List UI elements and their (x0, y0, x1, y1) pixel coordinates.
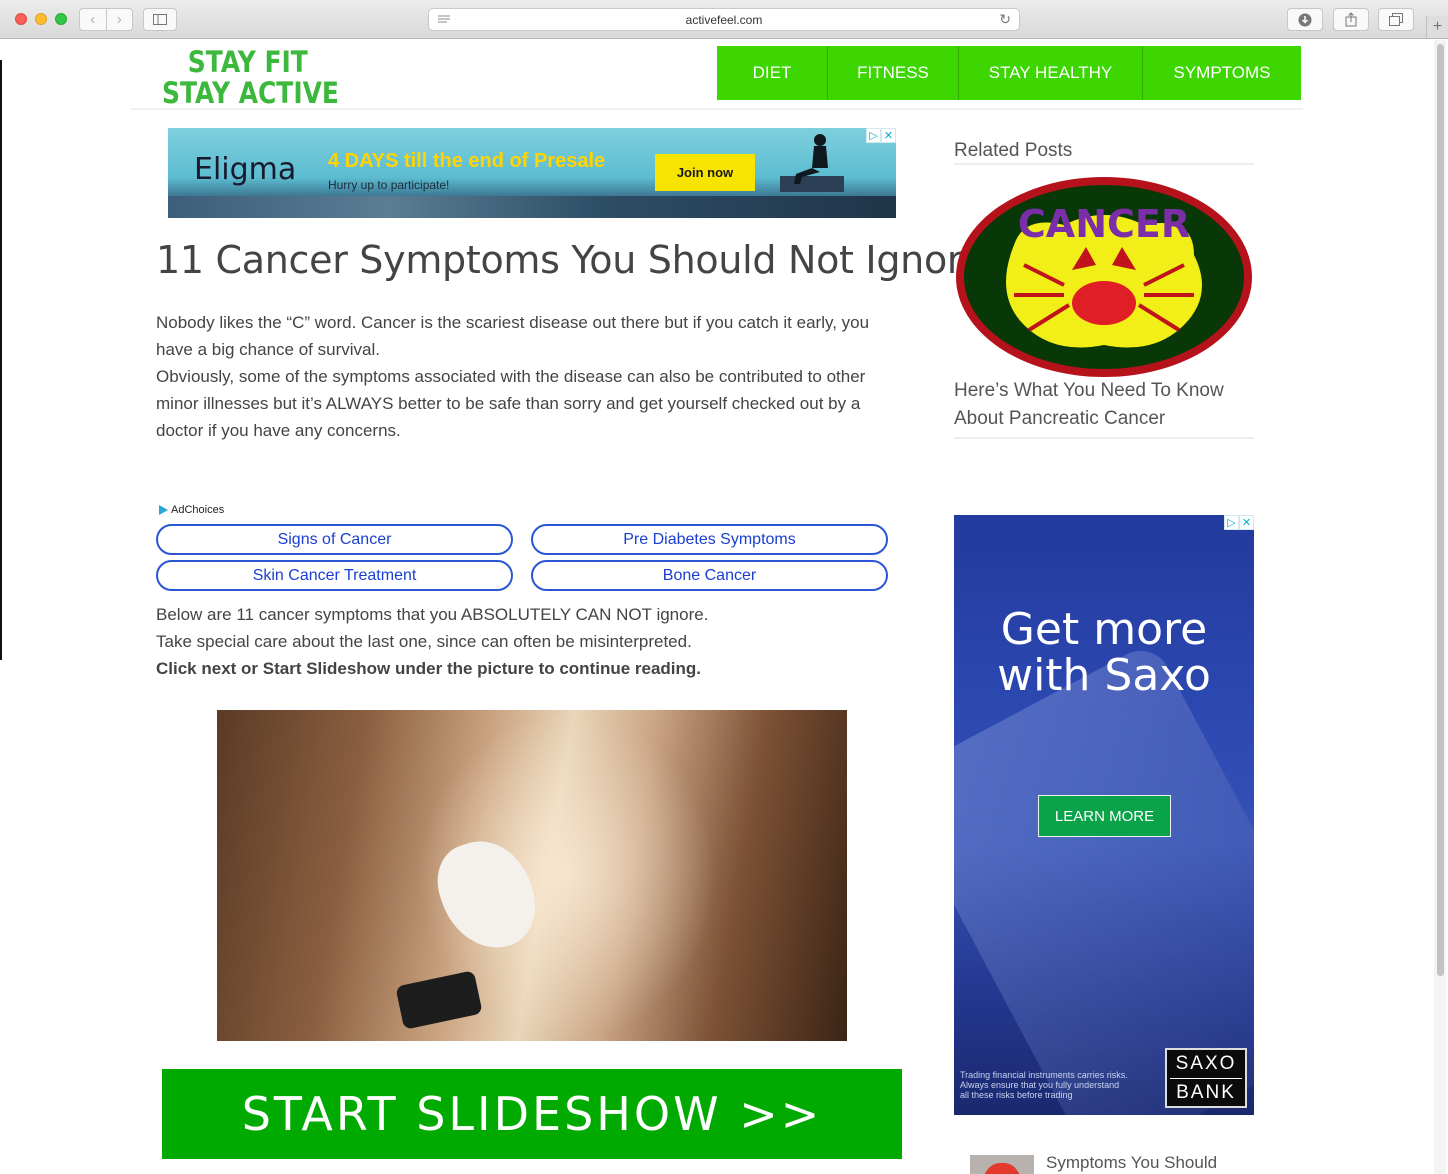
ad-close-icon[interactable]: ✕ (1239, 515, 1254, 530)
sidebar-post[interactable]: Symptoms You Should Not Ignore (954, 1145, 1254, 1174)
browser-toolbar: ‹ › activefeel.com ↻ + (0, 0, 1448, 39)
adchoices-icon (159, 505, 168, 515)
ad-close-icon[interactable]: ✕ (881, 128, 896, 143)
related-post-link[interactable]: Here’s What You Need To Know About Pancr… (954, 377, 1254, 439)
sidebar-toggle-icon[interactable] (143, 8, 177, 31)
related-posts-heading: Related Posts (954, 140, 1254, 165)
intro-paragraph-2: Obviously, some of the symptoms associat… (156, 367, 866, 440)
thumbnail-figure (982, 1163, 1022, 1174)
page-scrollbar[interactable] (1434, 40, 1446, 1174)
reload-icon[interactable]: ↻ (999, 11, 1011, 28)
logo-line-1: STAY FIT (187, 45, 308, 79)
article-feature-image (217, 710, 847, 1041)
body-line-2: Take special care about the last one, si… (156, 632, 692, 651)
address-bar[interactable]: activefeel.com ↻ (428, 8, 1020, 31)
ad-link-pre-diabetes-symptoms[interactable]: Pre Diabetes Symptoms (531, 524, 888, 555)
ad-info-icon[interactable]: ▷ (1224, 515, 1239, 530)
page-viewport: STAY FIT STAY ACTIVE DIET FITNESS STAY H… (0, 40, 1432, 1174)
cancer-crab-logo[interactable]: CANCER (954, 175, 1254, 380)
history-nav: ‹ › (79, 8, 133, 31)
ad-info-icon[interactable]: ▷ (866, 128, 881, 143)
body-line-1: Below are 11 cancer symptoms that you AB… (156, 605, 709, 624)
forward-arrow-icon[interactable]: › (105, 9, 133, 30)
logo-line-2: STAY ACTIVE (162, 76, 339, 110)
saxo-headline-1: Get more (1000, 604, 1208, 655)
back-arrow-icon[interactable]: ‹ (80, 9, 106, 30)
edge-strip (0, 60, 2, 660)
downloads-icon[interactable] (1287, 8, 1323, 31)
new-tab-icon[interactable]: + (1426, 16, 1448, 38)
saxo-headline-2: with Saxo (997, 650, 1211, 701)
start-slideshow-button[interactable]: START SLIDESHOW >> (162, 1069, 902, 1159)
banner-subline: Hurry up to participate! (328, 178, 450, 192)
banner-headline: 4 DAYS till the end of Presale (328, 150, 606, 172)
saxo-logo-divider (1170, 1077, 1242, 1079)
zoom-window-button[interactable] (55, 13, 67, 25)
adchoices-text: AdChoices (171, 504, 225, 516)
banner-ad[interactable]: Eligma 4 DAYS till the end of Presale Hu… (168, 128, 896, 218)
article-body: Below are 11 cancer symptoms that you AB… (156, 601, 891, 682)
close-window-button[interactable] (15, 13, 27, 25)
nav-item-symptoms[interactable]: SYMPTOMS (1143, 46, 1301, 100)
cancer-logo-text: CANCER (1018, 202, 1190, 246)
banner-brand: Eligma (194, 152, 297, 187)
saxo-fine-print: Trading financial instruments carries ri… (960, 1070, 1128, 1100)
saxo-logo-bottom: BANK (1176, 1081, 1236, 1103)
nav-item-stay-healthy[interactable]: STAY HEALTHY (959, 46, 1143, 100)
article-intro: Nobody likes the “C” word. Cancer is the… (156, 309, 891, 444)
banner-join-button[interactable]: Join now (655, 154, 755, 191)
saxo-learn-more-button[interactable]: LEARN MORE (1038, 795, 1171, 837)
adchoices-label[interactable]: AdChoices (159, 504, 224, 516)
body-line-3: Click next or Start Slideshow under the … (156, 659, 702, 678)
nav-item-diet[interactable]: DIET (717, 46, 828, 100)
tabs-overview-icon[interactable] (1378, 8, 1414, 31)
site-logo[interactable]: STAY FIT STAY ACTIVE (162, 47, 339, 109)
minimize-window-button[interactable] (35, 13, 47, 25)
saxo-ad[interactable]: ▷ ✕ Get more with Saxo LEARN MORE Tradin… (954, 515, 1254, 1115)
scrollbar-thumb[interactable] (1437, 44, 1444, 976)
saxo-headline: Get more with Saxo (954, 607, 1254, 699)
article-title: 11 Cancer Symptoms You Should Not Ignore (156, 238, 985, 282)
saxo-logo-top: SAXO (1175, 1052, 1237, 1074)
sidebar-post-thumbnail[interactable] (970, 1155, 1034, 1174)
share-icon[interactable] (1333, 8, 1369, 31)
saxo-bank-logo: SAXO BANK (1165, 1048, 1247, 1108)
ad-link-skin-cancer-treatment[interactable]: Skin Cancer Treatment (156, 560, 513, 591)
ad-info-close[interactable]: ▷ ✕ (866, 128, 896, 143)
banner-cityscape (168, 196, 896, 218)
ad-link-signs-of-cancer[interactable]: Signs of Cancer (156, 524, 513, 555)
site-header: STAY FIT STAY ACTIVE DIET FITNESS STAY H… (131, 40, 1303, 110)
saxo-ad-info-close[interactable]: ▷ ✕ (1224, 515, 1254, 530)
sidebar-post-title[interactable]: Symptoms You Should Not Ignore (1046, 1152, 1246, 1174)
ad-link-bone-cancer[interactable]: Bone Cancer (531, 560, 888, 591)
main-nav: DIET FITNESS STAY HEALTHY SYMPTOMS (717, 46, 1301, 100)
saxo-phone-graphic (954, 640, 1254, 1115)
intro-paragraph-1: Nobody likes the “C” word. Cancer is the… (156, 313, 870, 359)
url-text: activefeel.com (685, 13, 763, 27)
nav-item-fitness[interactable]: FITNESS (828, 46, 959, 100)
sitting-person-icon (780, 134, 844, 192)
